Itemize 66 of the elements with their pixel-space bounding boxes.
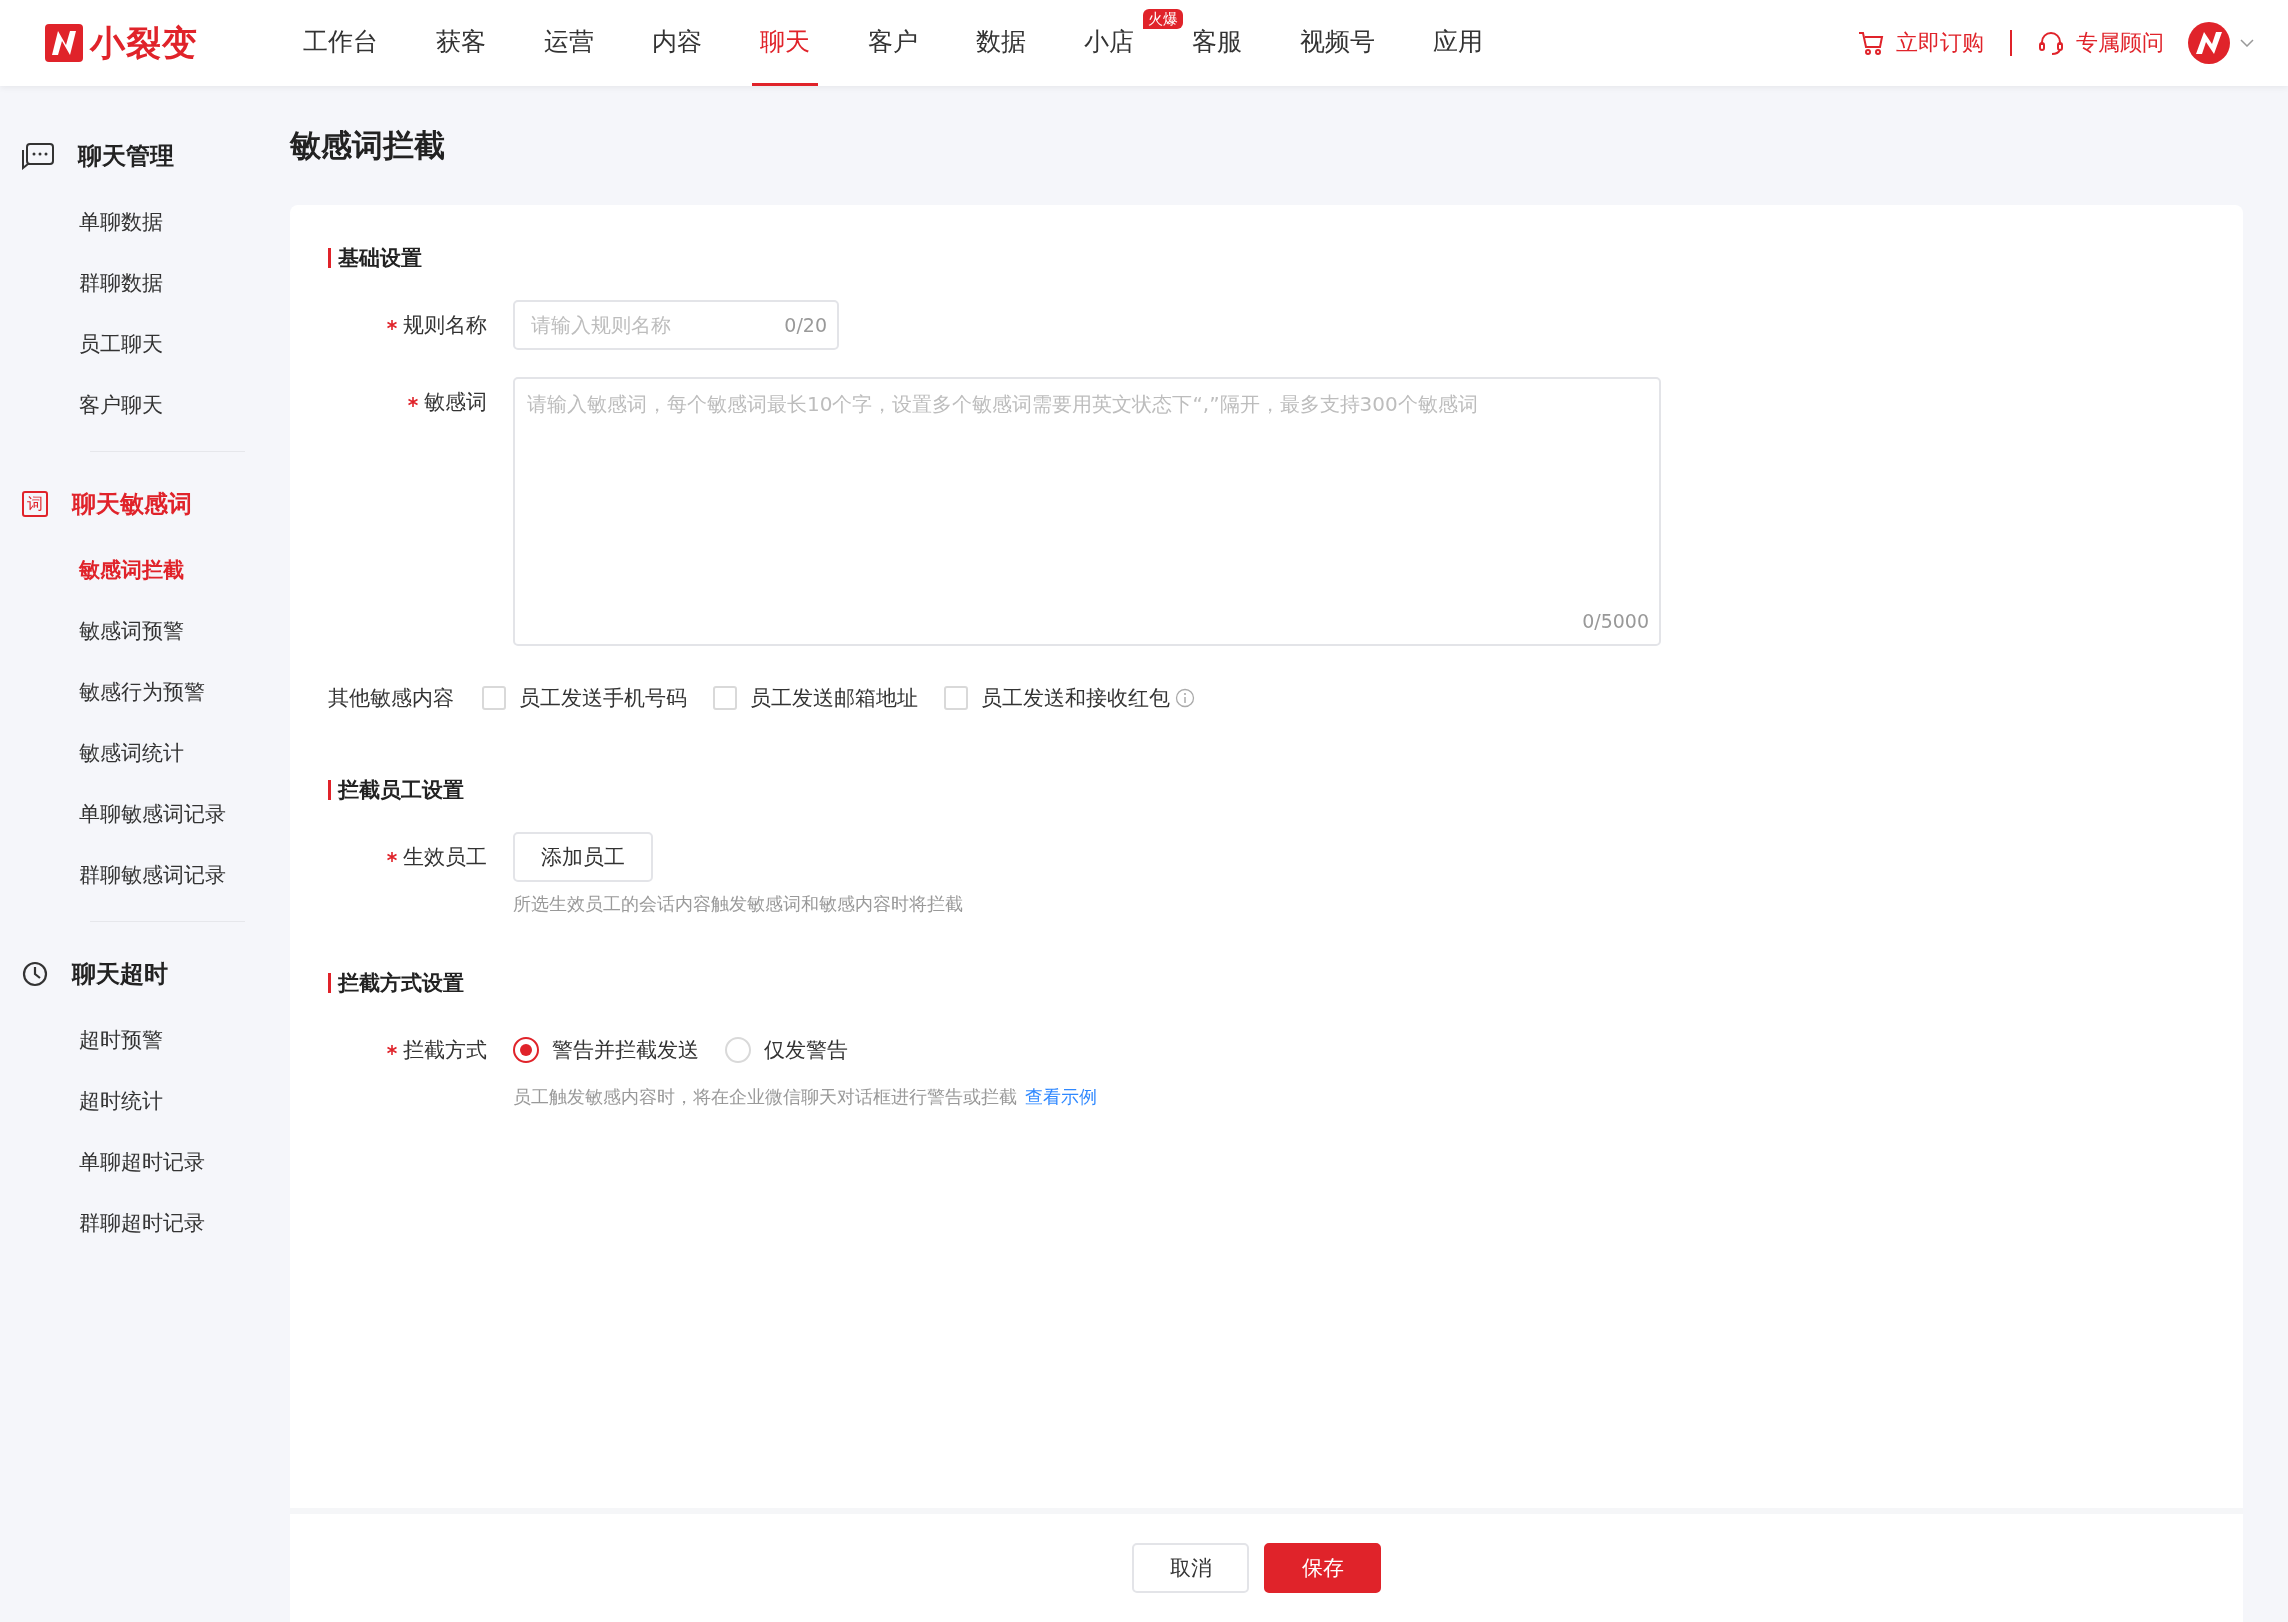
sidebar-item[interactable]: 群聊数据 [79, 268, 163, 297]
cart-icon [1858, 30, 1884, 56]
character-counter: 0/5000 [1582, 610, 1649, 632]
headset-icon [2038, 30, 2064, 56]
sidebar-item[interactable]: 群聊敏感词记录 [79, 860, 226, 889]
nav-tab[interactable]: 获客 [428, 0, 494, 86]
nav-tab[interactable]: 内容 [644, 0, 710, 86]
nav-tab[interactable]: 应用 [1425, 0, 1491, 86]
nav-tab[interactable]: 聊天 [752, 0, 818, 86]
example-link[interactable]: 查看示例 [1025, 1085, 1097, 1109]
brand-name: 小裂变 [90, 21, 198, 65]
sidebar-item[interactable]: 敏感词预警 [79, 616, 184, 645]
checkbox[interactable] [944, 686, 968, 710]
header-link[interactable]: 专属顾问 [2076, 28, 2164, 58]
sidebar-item[interactable]: 单聊数据 [79, 207, 163, 236]
nav-tab[interactable]: 数据 [968, 0, 1034, 86]
radio-label[interactable]: 警告并拦截发送 [552, 1036, 699, 1064]
nav-tab[interactable]: 小店 [1076, 0, 1142, 86]
field-label: 敏感词 [424, 389, 487, 416]
sidebar-item[interactable]: 单聊超时记录 [79, 1147, 205, 1176]
radio-label[interactable]: 仅发警告 [764, 1036, 848, 1064]
clock-icon [22, 961, 48, 987]
chat-icon [22, 142, 54, 170]
chevron-down-icon [2240, 39, 2254, 47]
logo-icon [44, 23, 84, 63]
sidebar-item[interactable]: 客户聊天 [79, 390, 163, 419]
checkbox-label[interactable]: 员工发送邮箱地址 [750, 684, 918, 712]
field-label: 规则名称 [403, 312, 487, 339]
field-label: 其他敏感内容 [328, 685, 454, 712]
nav-tab[interactable]: 客户 [860, 0, 926, 86]
checkbox[interactable] [713, 686, 737, 710]
sidebar-group-title[interactable]: 聊天管理 [78, 140, 174, 172]
checkbox[interactable] [482, 686, 506, 710]
nav-tab[interactable]: 工作台 [295, 0, 386, 86]
nav-tab[interactable]: 视频号 [1292, 0, 1383, 86]
sidebar-item[interactable]: 敏感词拦截 [79, 555, 184, 584]
sidebar-group-title[interactable]: 聊天敏感词 [72, 488, 192, 520]
nav-tab[interactable]: 运营 [536, 0, 602, 86]
sidebar-item[interactable]: 敏感词统计 [79, 738, 184, 767]
hint-text: 所选生效员工的会话内容触发敏感词和敏感内容时将拦截 [513, 892, 963, 916]
header-link[interactable]: 立即订购 [1896, 28, 1984, 58]
sidebar-group-title[interactable]: 聊天超时 [72, 958, 168, 990]
checkbox-label[interactable]: 员工发送和接收红包 [981, 684, 1170, 712]
field-label: 生效员工 [403, 844, 487, 871]
page-title: 敏感词拦截 [290, 125, 445, 165]
nav-tab[interactable]: 客服 [1184, 0, 1250, 86]
sidebar-item[interactable]: 敏感行为预警 [79, 677, 205, 706]
sidebar-item[interactable]: 单聊敏感词记录 [79, 799, 226, 828]
section-title: 拦截方式设置 [338, 970, 464, 997]
add-staff-button[interactable]: 添加员工 [513, 832, 653, 882]
word-icon: 词 [22, 491, 48, 517]
cancel-button[interactable]: 取消 [1132, 1543, 1249, 1593]
character-counter: 0/20 [784, 314, 827, 336]
section-title: 基础设置 [338, 245, 422, 272]
section-title: 拦截员工设置 [338, 777, 464, 804]
hot-badge: 火爆 [1143, 9, 1183, 29]
sidebar-item[interactable]: 超时预警 [79, 1025, 163, 1054]
avatar-icon[interactable] [2188, 22, 2230, 64]
hint-text: 员工触发敏感内容时，将在企业微信聊天对话框进行警告或拦截 [513, 1085, 1017, 1109]
checkbox-label[interactable]: 员工发送手机号码 [519, 684, 687, 712]
field-label: 拦截方式 [403, 1037, 487, 1064]
radio-button[interactable] [513, 1037, 539, 1063]
sidebar-item[interactable]: 超时统计 [79, 1086, 163, 1115]
save-button[interactable]: 保存 [1264, 1543, 1381, 1593]
sidebar-item[interactable]: 群聊超时记录 [79, 1208, 205, 1237]
sidebar-item[interactable]: 员工聊天 [79, 329, 163, 358]
